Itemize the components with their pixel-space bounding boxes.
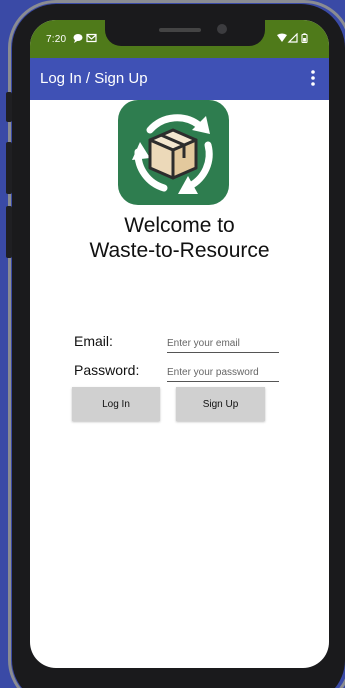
more-vert-icon[interactable] (307, 68, 319, 90)
welcome-heading: Welcome to Waste-to-Resource (30, 213, 329, 263)
cardboard-box-icon (148, 128, 198, 180)
app-bar-title: Log In / Sign Up (40, 70, 148, 87)
status-bar: 7:20 (30, 20, 329, 58)
login-button[interactable]: Log In (72, 387, 160, 421)
power-button (6, 206, 12, 258)
status-notification-icons (73, 33, 99, 45)
password-label: Password: (74, 362, 140, 378)
chat-bubble-icon (73, 34, 83, 43)
email-label: Email: (74, 333, 113, 349)
volume-up-button (6, 92, 12, 122)
battery-icon (301, 33, 308, 44)
signup-button[interactable]: Sign Up (176, 387, 265, 421)
app-bar: Log In / Sign Up (30, 58, 329, 100)
speaker-grille (159, 28, 201, 32)
status-time: 7:20 (46, 34, 67, 45)
app-screen: 7:20 Log In / Sign Up Welcome to Waste-t… (30, 20, 329, 668)
signal-icon (287, 32, 298, 43)
password-field[interactable] (167, 363, 279, 382)
phone-frame: 7:20 Log In / Sign Up Welcome to Waste-t… (0, 0, 345, 688)
mail-icon (86, 33, 97, 43)
wifi-icon (277, 33, 287, 42)
email-field[interactable] (167, 334, 279, 353)
welcome-line-1: Welcome to (124, 214, 235, 237)
camera-notch (105, 20, 265, 46)
app-logo (118, 100, 229, 205)
front-camera (217, 24, 227, 34)
status-system-icons (277, 32, 309, 45)
volume-down-button (6, 142, 12, 194)
welcome-line-2: Waste-to-Resource (89, 239, 270, 262)
